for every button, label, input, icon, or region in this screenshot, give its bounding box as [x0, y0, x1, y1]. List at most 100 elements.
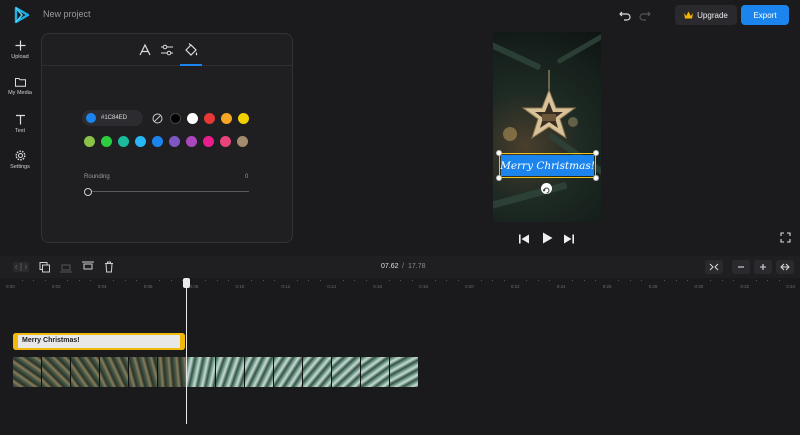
swatch-white[interactable] — [187, 113, 198, 124]
split-icon[interactable] — [12, 260, 30, 274]
ruler-tick-label: 0:18 — [419, 284, 428, 289]
sidebar-item-text[interactable]: Text — [0, 114, 40, 134]
fill-color-input[interactable]: #1C84ED — [82, 110, 143, 126]
swatch-tan[interactable] — [237, 136, 248, 147]
swatch-teal[interactable] — [118, 136, 129, 147]
video-thumbnail-frame — [390, 357, 418, 387]
resize-handle-bottom-left[interactable] — [496, 175, 502, 181]
video-thumbnail-frame — [216, 357, 245, 387]
expand-icon — [780, 263, 790, 271]
undo-icon[interactable] — [618, 8, 632, 22]
ruler-tick — [319, 280, 321, 281]
ruler-tick — [583, 280, 585, 281]
time-separator: / — [402, 263, 404, 270]
swatch-magenta[interactable] — [203, 136, 214, 147]
ruler-tick — [182, 280, 184, 281]
video-thumbnail-frame — [13, 357, 42, 387]
duplicate-icon[interactable] — [35, 260, 53, 274]
swatch-pink[interactable] — [220, 136, 231, 147]
swatch-black[interactable] — [170, 113, 181, 124]
swatch-light-blue[interactable] — [135, 136, 146, 147]
rounding-slider-track[interactable] — [88, 191, 249, 192]
fit-timeline-button[interactable] — [705, 260, 723, 274]
align-top-icon[interactable] — [79, 260, 97, 274]
upgrade-button[interactable]: Upgrade — [675, 5, 737, 25]
video-thumbnail-frame — [100, 357, 129, 387]
video-editor-app: New project Upgrade Export Upload My Med… — [0, 0, 800, 435]
redo-icon[interactable] — [638, 8, 652, 22]
video-clip[interactable] — [13, 357, 418, 387]
swatch-indigo[interactable] — [169, 136, 180, 147]
play-icon[interactable] — [540, 231, 554, 245]
sliders-icon[interactable] — [159, 42, 175, 58]
ruler-tick — [572, 280, 574, 281]
sidebar-item-upload[interactable]: Upload — [0, 40, 40, 60]
crown-icon — [684, 11, 694, 19]
zoom-in-button[interactable] — [754, 260, 772, 274]
ruler-tick — [136, 280, 138, 281]
resize-handle-top-right[interactable] — [593, 150, 599, 156]
ruler-tick — [664, 280, 666, 281]
zoom-out-button[interactable] — [732, 260, 750, 274]
swatch-yellow[interactable] — [238, 113, 249, 124]
ruler-tick — [641, 280, 643, 281]
ruler-tick — [411, 280, 413, 281]
swatch-orange[interactable] — [221, 113, 232, 124]
plus-icon — [15, 40, 25, 51]
swatch-purple[interactable] — [186, 136, 197, 147]
paint-bucket-icon[interactable] — [183, 42, 199, 58]
sidebar-item-settings[interactable]: Settings — [0, 150, 40, 170]
minus-icon — [738, 266, 744, 268]
caption-text[interactable]: Merry Christmas! — [500, 155, 595, 176]
ruler-tick — [767, 280, 769, 281]
fullscreen-icon[interactable] — [780, 232, 791, 243]
ruler-tick — [503, 280, 505, 281]
plus-icon — [760, 264, 766, 270]
text-clip-label: Merry Christmas! — [22, 337, 80, 344]
trash-icon[interactable] — [100, 260, 118, 274]
rounding-slider-handle[interactable] — [84, 188, 92, 196]
ruler-tick — [296, 280, 298, 281]
ruler-tick-label: 0:12 — [281, 284, 291, 289]
text-clip-trim-end[interactable] — [180, 333, 185, 350]
expand-timeline-button[interactable] — [776, 260, 794, 274]
rounding-label: Rounding — [84, 174, 110, 180]
logo-icon[interactable] — [12, 6, 30, 24]
ruler-tick — [687, 280, 689, 281]
ruler-tick — [457, 280, 459, 281]
resize-handle-top-left[interactable] — [496, 150, 502, 156]
swatch-lime[interactable] — [84, 136, 95, 147]
swatch-green[interactable] — [101, 136, 112, 147]
resize-handle-bottom-right[interactable] — [593, 175, 599, 181]
ruler-tick-label: 0:00 — [6, 284, 15, 289]
text-clip-trim-start[interactable] — [13, 333, 18, 350]
ruler-tick — [721, 280, 723, 281]
swatch-blue[interactable] — [152, 136, 163, 147]
export-button[interactable]: Export — [741, 5, 789, 25]
ruler-tick — [710, 280, 711, 281]
ruler-tick-label: 0:10 — [235, 284, 245, 289]
video-thumbnail-frame — [245, 357, 274, 387]
video-thumbnail-frame — [303, 357, 332, 387]
swatch-red[interactable] — [204, 113, 215, 124]
ruler-tick-label: 0:32 — [740, 284, 750, 289]
ruler-tick — [78, 280, 80, 281]
ruler-tick-label: 0:28 — [648, 284, 658, 289]
align-bottom-icon[interactable] — [57, 260, 75, 274]
ruler-tick — [21, 280, 23, 281]
sidebar-item-my-media[interactable]: My Media — [0, 77, 40, 96]
sidebar-item-label: Settings — [10, 164, 30, 170]
ruler-tick — [205, 280, 207, 281]
ruler-tick-label: 0:16 — [373, 284, 382, 289]
ruler-tick — [170, 280, 172, 281]
font-icon[interactable] — [137, 42, 153, 58]
skip-back-icon[interactable] — [518, 233, 530, 245]
collapse-icon — [709, 263, 719, 271]
no-color-swatch[interactable] — [152, 113, 163, 124]
ruler-tick — [618, 280, 620, 281]
playhead-line[interactable] — [186, 284, 187, 424]
video-thumbnail-frame — [158, 357, 187, 387]
skip-forward-icon[interactable] — [563, 233, 575, 245]
project-name[interactable]: New project — [43, 9, 91, 19]
rotate-handle[interactable] — [541, 183, 552, 194]
